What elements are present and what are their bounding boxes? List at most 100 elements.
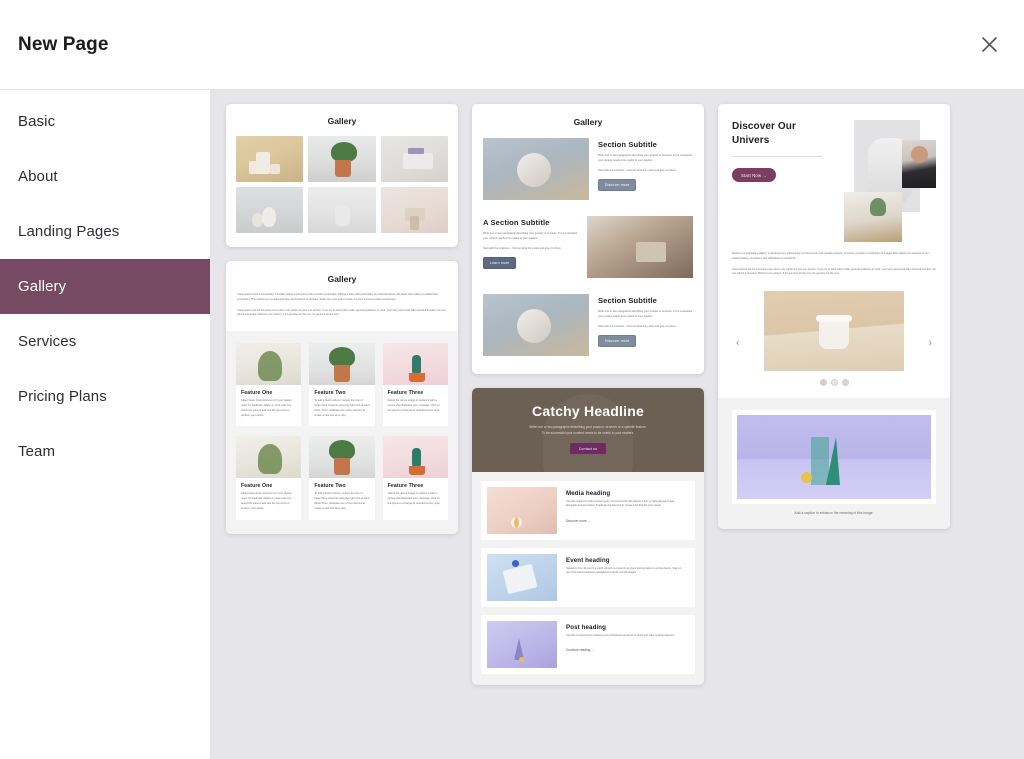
carousel-dot-3[interactable]: [841, 379, 849, 387]
discover-more-button[interactable]: Discover more: [598, 335, 637, 348]
section-image-ball: [483, 138, 589, 200]
section-body-1: Write one or two paragraphs describing y…: [483, 232, 578, 240]
gallery-image-sculpture: [380, 187, 448, 233]
template-title: Gallery: [327, 116, 357, 126]
feature-image-cactus: [382, 343, 448, 386]
template-column-2: Gallery Section Subtitle Write one or tw…: [472, 104, 704, 685]
contact-us-button[interactable]: Contact us: [569, 443, 607, 455]
feature-title: Feature Two: [314, 390, 346, 397]
media-title: Post heading: [566, 623, 607, 631]
feature-image-ivy: [236, 436, 302, 479]
feature-card: Feature Two To add a fourth column, redu…: [309, 343, 375, 427]
close-icon[interactable]: [972, 28, 1006, 62]
feature-body: Adapt these three columns to fit your de…: [241, 399, 292, 417]
section-image-ball: [483, 294, 589, 356]
discover-more-link[interactable]: Discover more →: [566, 519, 591, 523]
discover-hero: Discover Our Univers Start Now →: [718, 104, 950, 246]
gallery-image-grid: [236, 136, 448, 233]
section-block: A Section Subtitle Write one or two para…: [483, 216, 693, 278]
carousel-dot-1[interactable]: [819, 379, 827, 387]
sidebar-item-team[interactable]: Team: [0, 424, 210, 479]
sidebar-item-about[interactable]: About: [0, 149, 210, 204]
feature-body: To add a fourth column, reduce the size …: [314, 399, 370, 417]
template-column-1: Gallery Gallery Great stories have a per…: [226, 104, 458, 534]
media-list-item: Media heading Use this snippet to build …: [481, 480, 695, 540]
gallery-image-speaker: [308, 187, 376, 233]
feature-card: Feature One Adapt these three columns to…: [236, 436, 302, 520]
section-body-2: Start with the customer – find out what …: [598, 324, 677, 328]
dialog-body: Basic About Landing Pages Gallery Servic…: [0, 90, 1024, 759]
continue-reading-link[interactable]: Continue reading →: [566, 648, 594, 652]
hero-image-interior: [844, 192, 902, 242]
media-image-blue-abstract: [487, 553, 557, 601]
section-heading: Section Subtitle: [598, 140, 657, 149]
gallery-features-intro: Gallery Great stories have a personality…: [226, 261, 458, 332]
section-heading: A Section Subtitle: [483, 218, 550, 227]
intro-paragraph-2: Great stories are for everyone even when…: [237, 308, 446, 317]
feature-title: Feature Two: [314, 483, 346, 490]
section-block: Section Subtitle Write one or two paragr…: [483, 138, 693, 200]
feature-rows: Feature One Adapt these three columns to…: [226, 331, 458, 534]
intro-paragraph-1: Great stories have a personality. Consid…: [237, 293, 438, 301]
carousel-dots: [732, 379, 936, 387]
divider: [732, 156, 822, 157]
sidebar-item-services[interactable]: Services: [0, 314, 210, 369]
image-caption: Add a caption to enhance the meaning of …: [794, 511, 874, 516]
template-column-3: Discover Our Univers Start Now → Explore…: [718, 104, 950, 530]
feature-body: Adapt these three columns to fit your de…: [241, 492, 292, 510]
template-card-sections[interactable]: Gallery Section Subtitle Write one or tw…: [472, 104, 704, 374]
sidebar-item-gallery[interactable]: Gallery: [0, 259, 210, 314]
new-page-dialog: New Page Basic About Landing Pages Galle…: [0, 0, 1024, 759]
gallery-image-pears: [236, 187, 304, 233]
section-image-basket: [587, 216, 693, 278]
dialog-header: New Page: [0, 0, 1024, 90]
carousel-prev-icon[interactable]: ‹: [736, 337, 740, 349]
start-now-button[interactable]: Start Now →: [732, 168, 776, 182]
feature-title: Feature Three: [387, 483, 424, 490]
media-list-item: Post heading Use this component for crea…: [481, 614, 695, 674]
sidebar-item-landing-pages[interactable]: Landing Pages: [0, 204, 210, 259]
feature-body: Delete the above image or replace it wit…: [387, 399, 441, 412]
feature-image-plant: [309, 436, 375, 479]
feature-image-cactus: [382, 436, 448, 479]
image-carousel[interactable]: ‹ ›: [718, 287, 950, 398]
feature-card: Feature Three Delete the above image or …: [382, 436, 448, 520]
media-image-beach-ball: [487, 486, 557, 534]
template-card-gallery-features[interactable]: Gallery Great stories have a personality…: [226, 261, 458, 534]
template-card-hero-media[interactable]: Catchy Headline Write one or two paragra…: [472, 388, 704, 685]
caption-image-green-prism: [737, 415, 931, 500]
gallery-image-lavender: [380, 136, 448, 182]
feature-title: Feature One: [241, 483, 273, 490]
hero-headline: Catchy Headline: [532, 403, 644, 419]
carousel-next-icon[interactable]: ›: [928, 337, 932, 349]
section-block: Section Subtitle Write one or two paragr…: [483, 294, 693, 356]
template-title: Gallery: [573, 117, 603, 127]
page-title: New Page: [18, 33, 109, 55]
category-sidebar: Basic About Landing Pages Gallery Servic…: [0, 90, 210, 759]
discover-paragraph-1: Explore our captivating gallery, a visua…: [732, 252, 929, 260]
media-body: Use this snippet to build various types …: [566, 499, 675, 508]
discover-paragraph-2: Great stories are for everyone even when…: [732, 267, 936, 276]
template-title: Gallery: [327, 274, 357, 284]
sidebar-item-pricing-plans[interactable]: Pricing Plans: [0, 369, 210, 424]
learn-more-button[interactable]: Learn more: [483, 257, 517, 270]
media-list: Media heading Use this snippet to build …: [472, 471, 704, 685]
hero-image-portrait: [902, 140, 936, 188]
carousel-image-cup: [764, 291, 904, 372]
sidebar-item-basic[interactable]: Basic: [0, 94, 210, 149]
media-list-item: Event heading Speakers from all over the…: [481, 547, 695, 607]
media-body: Speakers from all over the world will jo…: [566, 566, 682, 575]
feature-image-plant: [309, 343, 375, 386]
carousel-dot-2[interactable]: [830, 379, 838, 387]
template-card-discover[interactable]: Discover Our Univers Start Now → Explore…: [718, 104, 950, 530]
template-card-gallery-grid[interactable]: Gallery: [226, 104, 458, 247]
feature-body: To add a fourth column, reduce the size …: [314, 492, 370, 510]
media-title: Media heading: [566, 489, 611, 497]
discover-more-button[interactable]: Discover more: [598, 179, 637, 192]
section-body-2: Start with the customer – find out what …: [483, 246, 562, 250]
gallery-image-beige-vases: [236, 136, 304, 182]
section-body-1: Write one or two paragraphs describing y…: [598, 154, 693, 162]
discover-hero-images: [838, 120, 936, 242]
discover-headline: Discover Our Univers: [732, 121, 797, 146]
captioned-image-block: Add a caption to enhance the meaning of …: [718, 398, 950, 530]
